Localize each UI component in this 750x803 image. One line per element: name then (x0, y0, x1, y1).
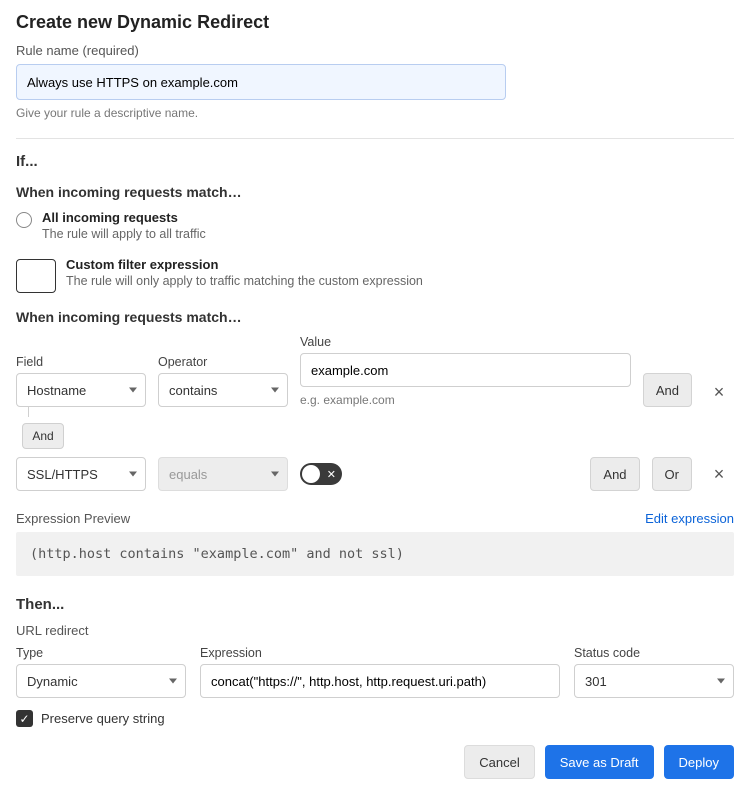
row2-field-select[interactable]: SSL/HTTPS (16, 457, 146, 491)
row1-operator-select[interactable]: contains (158, 373, 288, 407)
builder-heading: When incoming requests match… (16, 309, 734, 325)
divider (16, 138, 734, 139)
preserve-query-label: Preserve query string (41, 711, 165, 726)
checkbox-checked-icon: ✓ (16, 710, 33, 727)
save-draft-button[interactable]: Save as Draft (545, 745, 654, 779)
operator-label: Operator (158, 355, 288, 369)
row2-operator-value: equals (169, 467, 207, 482)
close-icon: × (714, 464, 725, 485)
radio-custom-title: Custom filter expression (66, 257, 423, 272)
expression-preview-label: Expression Preview (16, 511, 130, 526)
row2-delete-button[interactable]: × (704, 459, 734, 489)
radio-icon-selected (16, 259, 56, 293)
expression-label: Expression (200, 646, 560, 660)
radio-all-desc: The rule will apply to all traffic (42, 227, 206, 241)
chevron-down-icon (169, 679, 177, 684)
status-label: Status code (574, 646, 734, 660)
status-value: 301 (585, 674, 607, 689)
chevron-down-icon (129, 472, 137, 477)
row1-field-select[interactable]: Hostname (16, 373, 146, 407)
row2-and-button[interactable]: And (590, 457, 639, 491)
if-heading: If... (16, 153, 734, 170)
row2-ssl-toggle[interactable]: ✕ (300, 463, 342, 485)
radio-custom-desc: The rule will only apply to traffic matc… (66, 274, 423, 288)
cancel-button[interactable]: Cancel (464, 745, 534, 779)
deploy-button[interactable]: Deploy (664, 745, 734, 779)
chevron-down-icon (271, 472, 279, 477)
status-select[interactable]: 301 (574, 664, 734, 698)
row2-field-value: SSL/HTTPS (27, 467, 98, 482)
close-icon: × (714, 382, 725, 403)
type-label: Type (16, 646, 186, 660)
chevron-down-icon (271, 388, 279, 393)
row1-value-hint: e.g. example.com (300, 393, 631, 407)
chevron-down-icon (717, 679, 725, 684)
toggle-off-icon: ✕ (327, 468, 336, 481)
then-subtitle: URL redirect (16, 623, 734, 638)
connector-line (28, 407, 42, 417)
radio-all-title: All incoming requests (42, 210, 206, 225)
expression-preview-code: (http.host contains "example.com" and no… (16, 532, 734, 576)
row1-value-input[interactable] (300, 353, 631, 387)
preserve-query-checkbox[interactable]: ✓ Preserve query string (16, 710, 734, 727)
rule-name-helper: Give your rule a descriptive name. (16, 106, 734, 120)
row1-and-button[interactable]: And (643, 373, 692, 407)
rule-name-label: Rule name (required) (16, 43, 734, 58)
match-heading: When incoming requests match… (16, 184, 734, 200)
radio-custom-filter[interactable]: Custom filter expression The rule will o… (16, 257, 734, 293)
expression-input[interactable] (200, 664, 560, 698)
type-select[interactable]: Dynamic (16, 664, 186, 698)
type-value: Dynamic (27, 674, 78, 689)
row2-or-button[interactable]: Or (652, 457, 692, 491)
chevron-down-icon (129, 388, 137, 393)
value-label: Value (300, 335, 631, 349)
edit-expression-link[interactable]: Edit expression (645, 511, 734, 526)
then-heading: Then... (16, 596, 734, 613)
row1-field-value: Hostname (27, 383, 86, 398)
radio-icon (16, 212, 32, 228)
row1-operator-value: contains (169, 383, 217, 398)
rule-name-input[interactable] (16, 64, 506, 100)
page-title: Create new Dynamic Redirect (16, 12, 734, 33)
row2-operator-select: equals (158, 457, 288, 491)
toggle-knob (302, 465, 320, 483)
radio-all-requests[interactable]: All incoming requests The rule will appl… (16, 210, 734, 241)
connector-and-chip[interactable]: And (22, 423, 64, 449)
field-label: Field (16, 355, 146, 369)
row1-delete-button[interactable]: × (704, 377, 734, 407)
